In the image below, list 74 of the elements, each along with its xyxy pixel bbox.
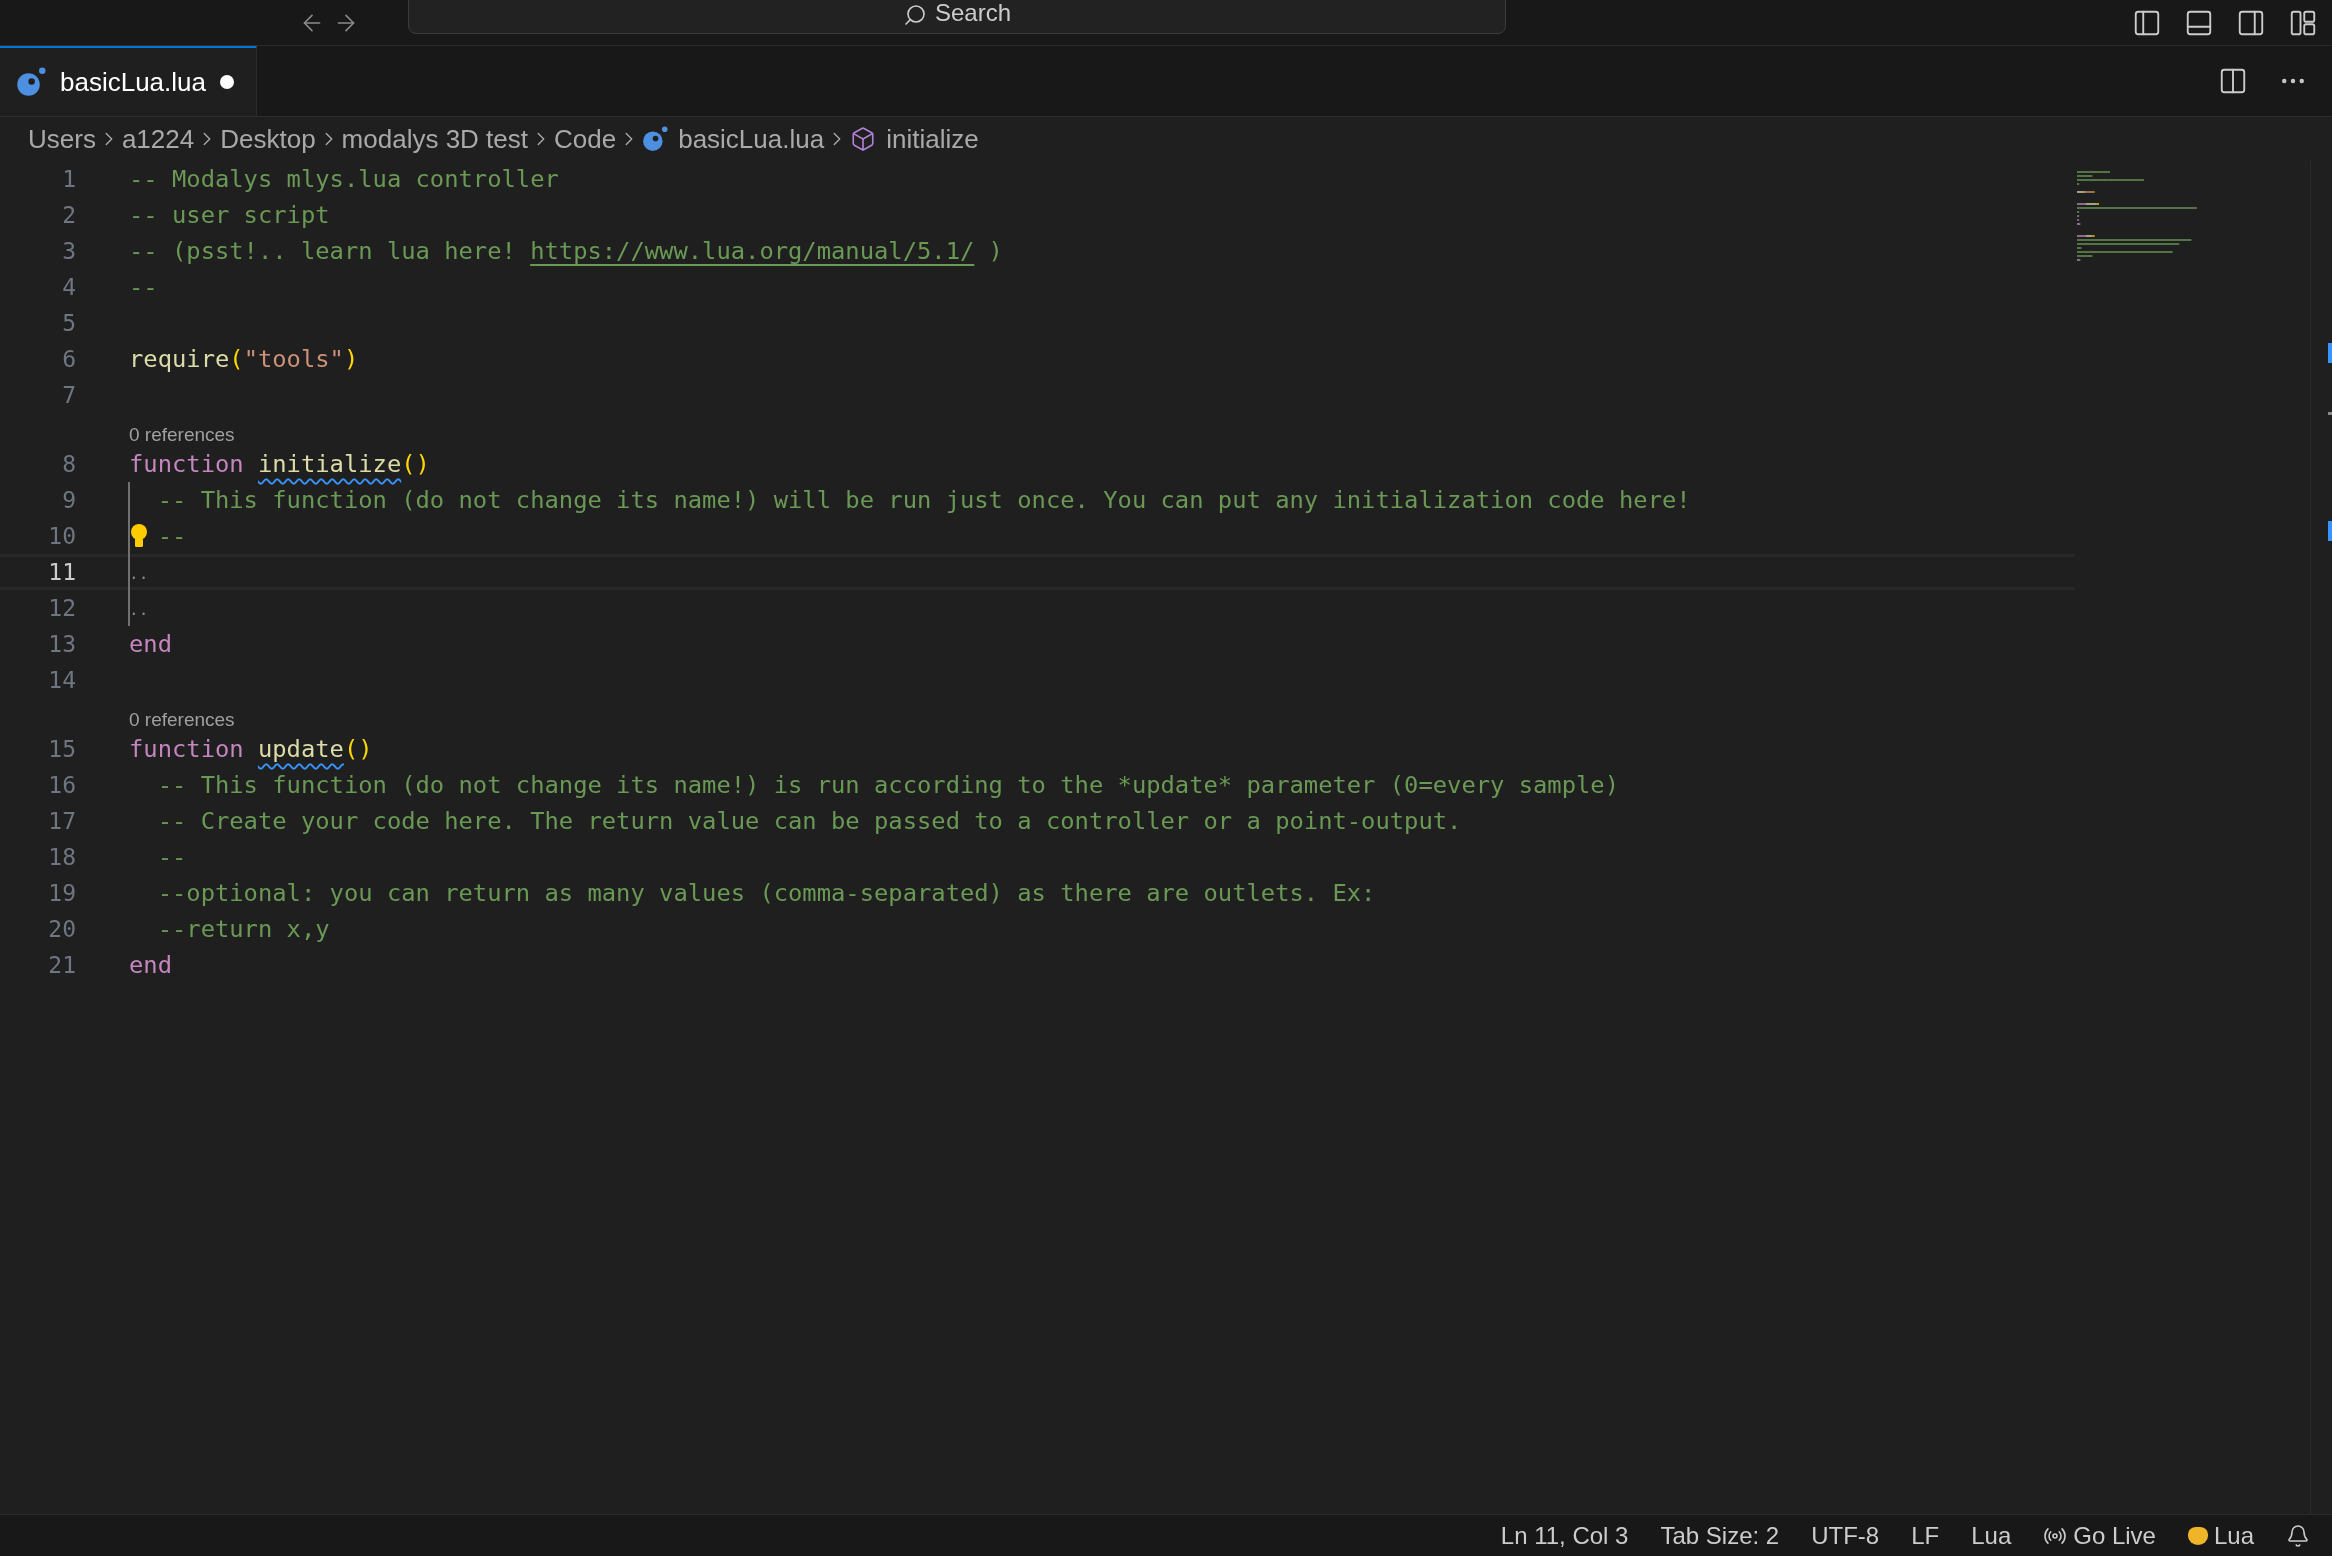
line-number: 3: [61, 238, 76, 264]
line-number: 21: [47, 952, 76, 978]
code-token: ): [343, 345, 359, 373]
line-number: 20: [47, 916, 76, 942]
breadcrumb-item[interactable]: modalys 3D test: [341, 123, 528, 155]
url-link[interactable]: https://www.lua.org/manual/5.1/: [530, 237, 975, 265]
code-token: -- This function (do not change its name!) is run according to the *update* parameter (0=every sample): [156, 771, 1619, 799]
split-editor-icon[interactable]: [2218, 66, 2248, 96]
code-token: -- This function (do not change its name!) will be run just once. You can put any initialization code here!: [156, 486, 1691, 514]
line-number: 18: [47, 844, 76, 870]
breadcrumb-item[interactable]: initialize: [850, 123, 979, 155]
code-token: --optional: you can return as many values (comma-separated) as there are outlets. Ex:: [156, 879, 1376, 907]
breadcrumb-item[interactable]: basicLua.lua: [642, 123, 825, 155]
code-token: ··: [129, 603, 149, 625]
code-token: -- (psst!.. learn lua here!: [129, 237, 517, 265]
lua-file-icon: [16, 67, 46, 97]
line-number: 8: [61, 451, 76, 477]
editor-tab[interactable]: basicLua.lua: [0, 46, 257, 116]
code-token: update: [257, 735, 344, 763]
line-number: 4: [61, 274, 76, 300]
breadcrumb-item[interactable]: a1224: [121, 123, 195, 155]
notifications-icon: [2286, 1523, 2310, 1548]
line-number: 15: [47, 736, 76, 762]
line-number: 9: [61, 487, 76, 513]
code-token: --: [157, 522, 187, 550]
status-item[interactable]: UTF-8: [1811, 1521, 1880, 1550]
breadcrumb-item[interactable]: Users: [28, 123, 96, 155]
code-token: end: [129, 951, 172, 979]
code-token: (: [229, 345, 244, 373]
line-number: 17: [47, 808, 76, 834]
search-field[interactable]: Search: [408, 0, 1506, 34]
cube-icon: [850, 126, 877, 152]
code-token: --return x,y: [156, 915, 330, 943]
code-token: (): [401, 450, 430, 478]
status-item[interactable]: Lua: [2187, 1521, 2254, 1550]
line-number: 13: [47, 631, 76, 657]
line-number: 19: [47, 880, 76, 906]
code-token: --: [129, 273, 158, 301]
code-token: -- user script: [129, 201, 330, 229]
code-token: -- Modalys mlys.lua controller: [129, 165, 559, 193]
status-item[interactable]: Lua: [1971, 1521, 2012, 1550]
line-number: 10: [47, 523, 76, 549]
line-number: 16: [47, 772, 76, 798]
code-token: --: [156, 843, 187, 871]
line-number: 2: [61, 202, 76, 228]
status-item[interactable]: Tab Size: 2: [1660, 1521, 1780, 1550]
code-token: initialize: [257, 450, 402, 478]
code-token: function: [129, 735, 244, 763]
line-number: 7: [61, 382, 76, 408]
line-number: 11: [47, 559, 76, 585]
line-number: 5: [61, 310, 76, 336]
code-token: function: [129, 450, 244, 478]
tab-title: basicLua.lua: [60, 66, 206, 98]
line-number: 12: [47, 595, 76, 621]
code-lens[interactable]: 0 references: [129, 424, 235, 446]
breadcrumb-item[interactable]: Code: [554, 123, 617, 155]
code-token: ): [987, 237, 1003, 265]
search-icon: [902, 3, 927, 27]
line-number: 14: [47, 667, 76, 693]
code-token: require: [129, 345, 230, 373]
line-number: 6: [61, 346, 76, 372]
code-token: "tools": [243, 345, 344, 373]
breadcrumb-item[interactable]: Desktop: [220, 123, 316, 155]
code-token: end: [129, 630, 172, 658]
lua-file-icon: [642, 126, 669, 152]
lightbulb-icon[interactable]: [129, 523, 149, 549]
line-number: 1: [61, 166, 76, 192]
code-token: -- Create your code here. The return value can be passed to a controller or a point-output.: [156, 807, 1462, 835]
status-item[interactable]: Ln 11, Col 3: [1500, 1521, 1629, 1550]
code-token: ··: [129, 567, 149, 589]
status-item[interactable]: LF: [1911, 1521, 1940, 1550]
status-item[interactable]: Go Live: [2043, 1521, 2156, 1550]
code-lens[interactable]: 0 references: [129, 709, 235, 731]
code-token: (): [343, 735, 373, 763]
